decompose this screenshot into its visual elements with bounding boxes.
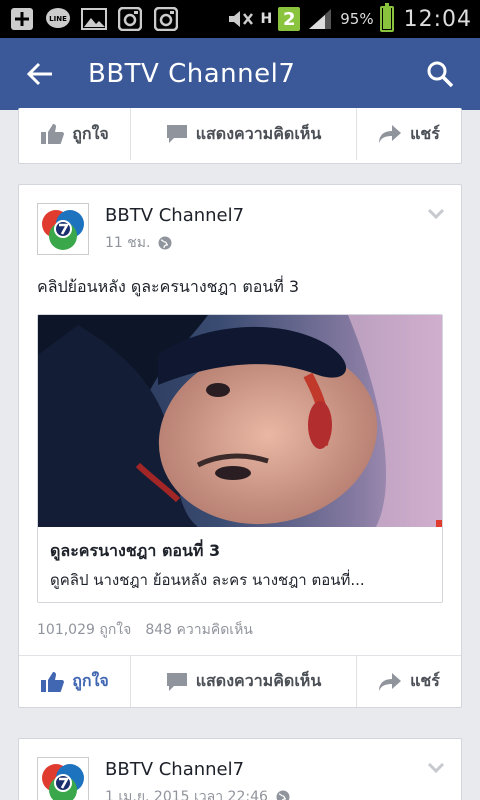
comment-label: แสดงความคิดเห็น — [195, 671, 322, 690]
back-arrow-icon[interactable] — [18, 52, 62, 96]
channel-logo-icon — [42, 210, 84, 250]
post-text: คลิปย้อนหลัง ดูละครนางชฎา ตอนที่ 3 — [37, 277, 300, 296]
link-description: ดูคลิป นางชฎา ย้อนหลัง ละคร นางชฎา ตอนที… — [50, 571, 365, 589]
post-meta: BBTV Channel7 11 ชม. — [105, 203, 244, 255]
share-icon — [379, 672, 402, 691]
link-preview-info[interactable]: ดูละครนางชฎา ตอนที่ 3 ดูคลิป นางชฎา ย้อน… — [38, 527, 442, 602]
instagram-icon — [152, 7, 180, 31]
clock: 12:04 — [403, 6, 472, 32]
like-button[interactable]: ถูกใจ — [19, 656, 131, 707]
comment-label: แสดงความคิดเห็น — [195, 123, 322, 143]
next-post-meta: BBTV Channel7 1 เม.ย. 2015 เวลา 22:46 — [105, 757, 290, 800]
next-post-header: BBTV Channel7 1 เม.ย. 2015 เวลา 22:46 — [19, 739, 461, 800]
next-post-card: BBTV Channel7 1 เม.ย. 2015 เวลา 22:46 — [18, 738, 462, 800]
post-time: 1 เม.ย. 2015 เวลา 22:46 — [105, 786, 290, 800]
network-type: H — [260, 11, 273, 27]
post-actions: ถูกใจ แสดงความคิดเห็น แชร์ — [19, 655, 461, 707]
chevron-down-icon[interactable] — [427, 205, 445, 224]
comment-button[interactable]: แสดงความคิดเห็น — [131, 108, 357, 160]
line-icon: LINE — [44, 7, 72, 31]
share-button[interactable]: แชร์ — [357, 108, 461, 160]
plus-icon — [8, 7, 36, 31]
like-button[interactable]: ถูกใจ — [19, 108, 131, 160]
previous-post-actions: ถูกใจ แสดงความคิดเห็น แชร์ — [19, 108, 461, 160]
gallery-icon — [80, 7, 108, 31]
thumbs-up-icon — [41, 124, 65, 144]
comment-button[interactable]: แสดงความคิดเห็น — [131, 656, 357, 707]
post-header: BBTV Channel7 11 ชม. — [19, 185, 461, 255]
share-icon — [379, 125, 402, 143]
channel-logo-icon — [42, 764, 84, 800]
post-timestamp: 11 ชม. — [105, 235, 151, 251]
avatar[interactable] — [37, 203, 89, 255]
share-label: แชร์ — [410, 671, 440, 690]
thumbs-up-icon — [41, 671, 65, 692]
like-label: ถูกใจ — [72, 123, 109, 143]
sim-badge: 2 — [278, 7, 301, 31]
share-button[interactable]: แชร์ — [357, 656, 461, 707]
like-label: ถูกใจ — [72, 671, 109, 690]
like-count[interactable]: 101,029 ถูกใจ — [37, 619, 131, 641]
comment-count[interactable]: 848 ความคิดเห็น — [145, 619, 253, 641]
comment-icon — [166, 125, 187, 143]
globe-icon — [276, 790, 290, 800]
app-bar: BBTV Channel7 — [0, 38, 480, 110]
comment-icon — [166, 672, 187, 691]
link-preview[interactable]: ดูละครนางชฎา ตอนที่ 3 ดูคลิป นางชฎา ย้อน… — [37, 314, 443, 603]
svg-text:LINE: LINE — [49, 15, 67, 23]
post-timestamp: 1 เม.ย. 2015 เวลา 22:46 — [105, 789, 268, 800]
page-title: BBTV Channel7 — [88, 59, 296, 89]
instagram-icon — [116, 7, 144, 31]
battery-icon — [379, 3, 394, 32]
share-label: แชร์ — [410, 123, 440, 143]
globe-icon — [158, 236, 172, 250]
system-indicators: H 2 95% 12:04 — [227, 3, 472, 32]
avatar[interactable] — [37, 757, 89, 800]
search-icon[interactable] — [418, 52, 462, 96]
mute-icon — [227, 7, 255, 31]
page-name[interactable]: BBTV Channel7 — [105, 205, 244, 226]
link-preview-image[interactable] — [38, 315, 442, 527]
post-card: BBTV Channel7 11 ชม. คลิปย้อนหลัง ดูละคร… — [18, 184, 462, 708]
previous-post-card: ถูกใจ แสดงความคิดเห็น แชร์ — [18, 108, 462, 164]
link-title[interactable]: ดูละครนางชฎา ตอนที่ 3 — [50, 539, 430, 564]
battery-level — [382, 8, 391, 29]
signal-icon — [306, 7, 334, 31]
status-bar: LINE H 2 95% 12:04 — [0, 0, 480, 38]
page-name[interactable]: BBTV Channel7 — [105, 759, 290, 780]
post-stats: 101,029 ถูกใจ 848 ความคิดเห็น — [19, 603, 461, 655]
post-time: 11 ชม. — [105, 232, 244, 254]
notification-icons: LINE — [8, 7, 180, 31]
battery-percent: 95% — [340, 10, 374, 28]
chevron-down-icon[interactable] — [427, 759, 445, 778]
